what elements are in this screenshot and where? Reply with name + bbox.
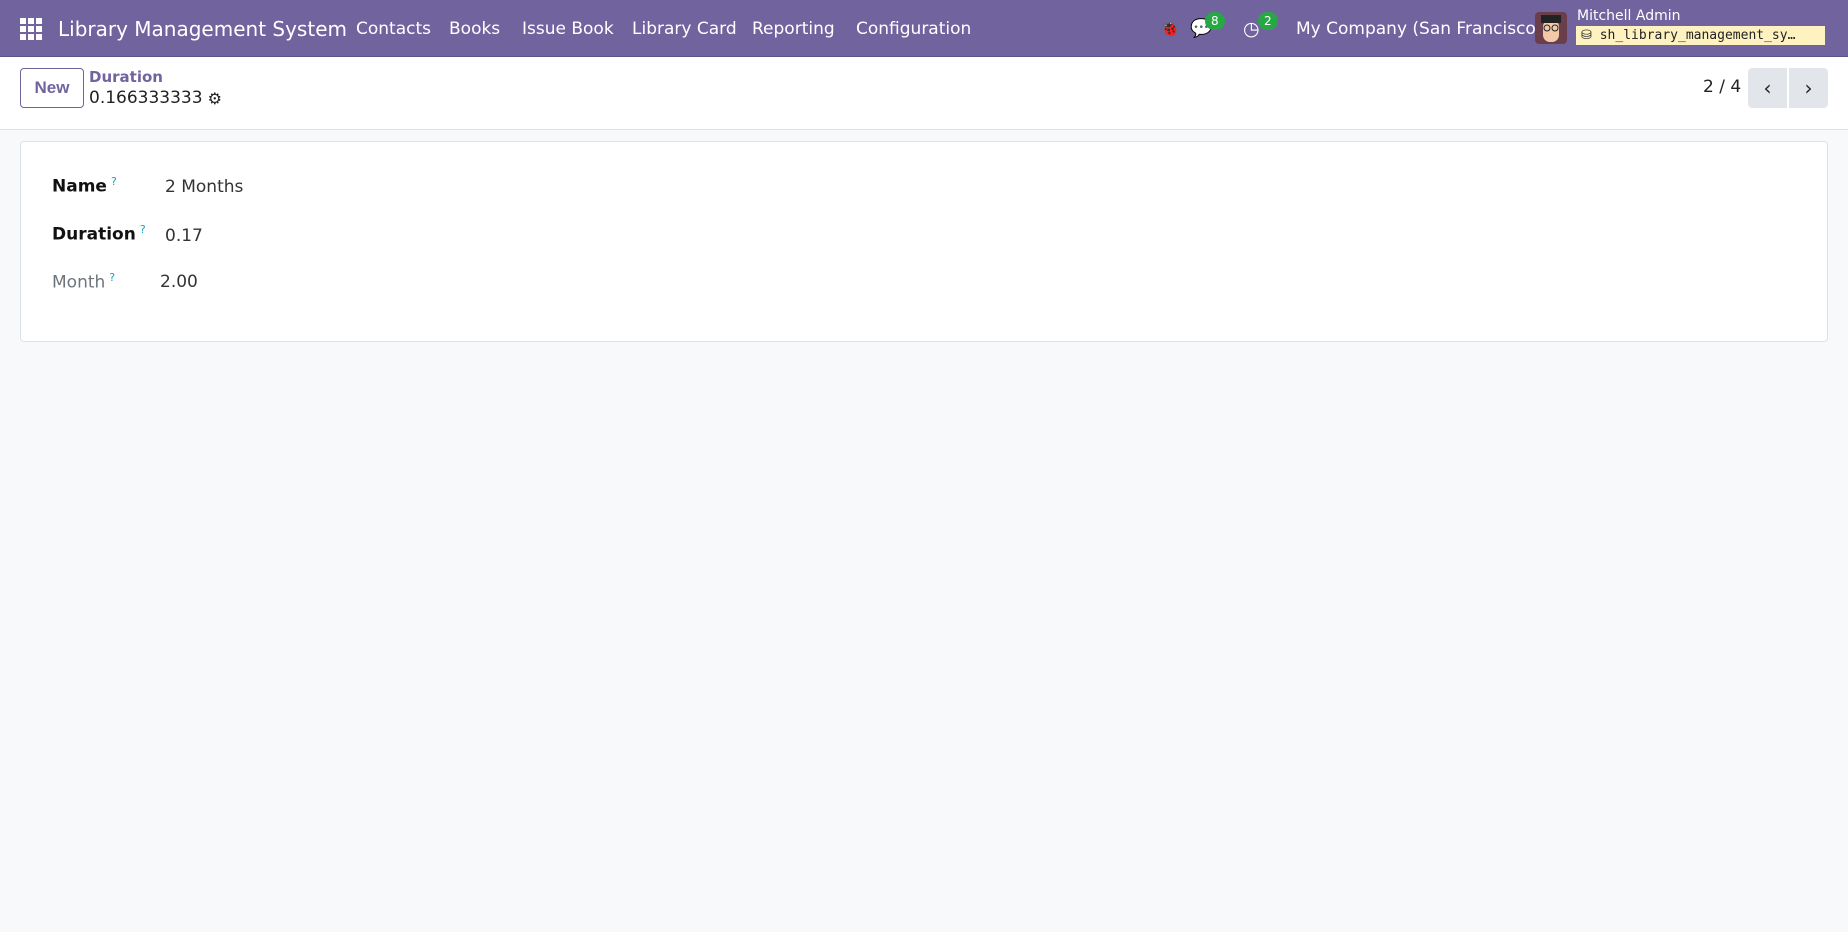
navbar: Library Management System Contacts Books… [0, 0, 1848, 57]
help-icon[interactable]: ? [140, 223, 146, 236]
user-avatar[interactable] [1535, 12, 1567, 44]
database-name: ⛁ sh_library_management_sy… [1576, 26, 1825, 45]
app-title[interactable]: Library Management System [58, 0, 347, 57]
name-label: Name? [52, 175, 117, 197]
database-icon: ⛁ [1581, 28, 1600, 43]
menu-library-card[interactable]: Library Card [632, 0, 737, 57]
control-panel: New Duration 0.166333333 ⚙ 2 / 4 ‹ › [0, 57, 1848, 130]
menu-reporting[interactable]: Reporting [752, 0, 835, 57]
month-label: Month? [52, 271, 116, 293]
breadcrumb-current: 0.166333333 ⚙ [89, 88, 222, 108]
avatar-face-icon [1541, 15, 1561, 42]
apps-menu-button[interactable] [20, 0, 44, 57]
pager-value[interactable]: 2 / 4 [1703, 77, 1741, 97]
form-sheet: Name? 2 Months Duration? 0.17 Month? 2.0… [20, 141, 1828, 342]
pager-next-button[interactable]: › [1789, 68, 1828, 108]
record-name: 0.166333333 [89, 88, 203, 108]
help-icon[interactable]: ? [111, 175, 117, 188]
database-label: sh_library_management_sy… [1599, 28, 1796, 43]
user-name[interactable]: Mitchell Admin [1577, 8, 1681, 24]
menu-contacts[interactable]: Contacts [356, 0, 431, 57]
help-icon[interactable]: ? [109, 271, 115, 284]
activities-badge: 2 [1258, 12, 1278, 30]
month-field: 2.00 [160, 272, 198, 292]
menu-configuration[interactable]: Configuration [856, 0, 971, 57]
name-field[interactable]: 2 Months [165, 177, 243, 197]
gear-icon[interactable]: ⚙ [208, 89, 222, 108]
duration-label: Duration? [52, 223, 146, 245]
pager-previous-button[interactable]: ‹ [1748, 68, 1787, 108]
company-switcher[interactable]: My Company (San Francisco) [1296, 0, 1542, 57]
chevron-right-icon: › [1804, 76, 1813, 100]
menu-issue-book[interactable]: Issue Book [522, 0, 614, 57]
messages-badge: 8 [1205, 12, 1225, 30]
menu-books[interactable]: Books [449, 0, 500, 57]
grid-icon [20, 17, 42, 40]
activity-clock-icon[interactable]: ◷ [1243, 0, 1260, 57]
duration-field[interactable]: 0.17 [165, 226, 203, 246]
breadcrumb-parent[interactable]: Duration [89, 68, 163, 86]
chevron-left-icon: ‹ [1763, 76, 1772, 100]
debug-bug-icon[interactable]: 🐞 [1160, 0, 1180, 57]
new-button[interactable]: New [20, 68, 84, 108]
